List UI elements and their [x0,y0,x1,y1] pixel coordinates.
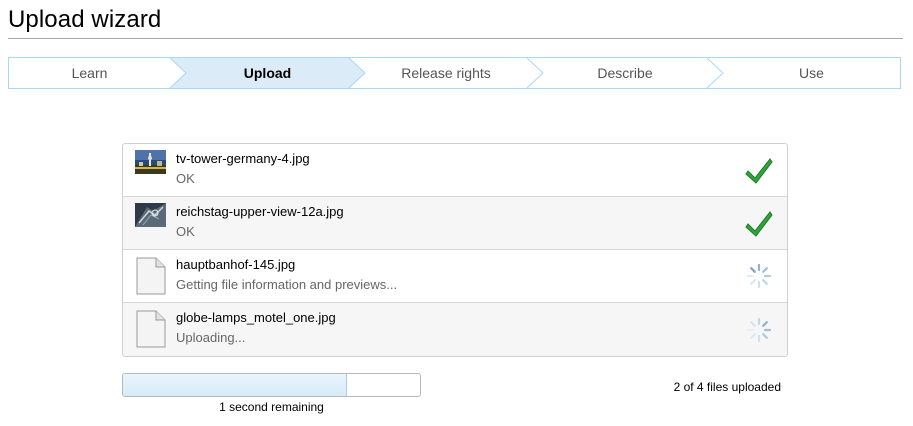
loading-spinner-icon [746,263,772,289]
progress-fill [123,374,347,396]
file-thumbnail [135,150,166,174]
step-learn: Learn [71,65,108,81]
file-status: OK [176,171,195,186]
file-status: Getting file information and previews... [176,277,398,292]
step-use: Use [799,65,824,81]
step-release-rights: Release rights [401,65,491,81]
file-row: tv-tower-germany-4.jpg OK [123,144,787,197]
file-name: hauptbanhof-145.jpg [176,257,296,272]
checkmark-icon [745,211,773,237]
loading-spinner-icon [746,317,772,343]
file-name: globe-lamps_motel_one.jpg [176,310,336,325]
chevron-divider [526,58,544,88]
file-row: globe-lamps_motel_one.jpg Uploading... [123,303,787,356]
file-thumbnail [135,203,166,227]
file-name: reichstag-upper-view-12a.jpg [176,204,344,219]
chevron-divider [706,58,724,88]
upload-file-list: tv-tower-germany-4.jpg OK reichstag-uppe… [122,143,788,357]
time-remaining: 1 second remaining [219,400,324,414]
page-title: Upload wizard [8,6,162,33]
checkmark-icon [745,158,773,184]
step-describe: Describe [597,65,653,81]
generic-file-icon [136,257,166,295]
file-row: hauptbanhof-145.jpg Getting file informa… [123,250,787,303]
file-row: reichstag-upper-view-12a.jpg OK [123,197,787,250]
title-divider [8,38,903,39]
upload-progress-bar [122,373,421,397]
file-status: Uploading... [176,330,246,345]
wizard-steps: Learn Upload Release rights Describe Use [8,57,901,89]
step-upload: Upload [243,65,292,81]
files-uploaded-count: 2 of 4 files uploaded [673,380,781,394]
generic-file-icon [136,310,166,348]
file-name: tv-tower-germany-4.jpg [176,151,310,166]
file-status: OK [176,224,195,239]
